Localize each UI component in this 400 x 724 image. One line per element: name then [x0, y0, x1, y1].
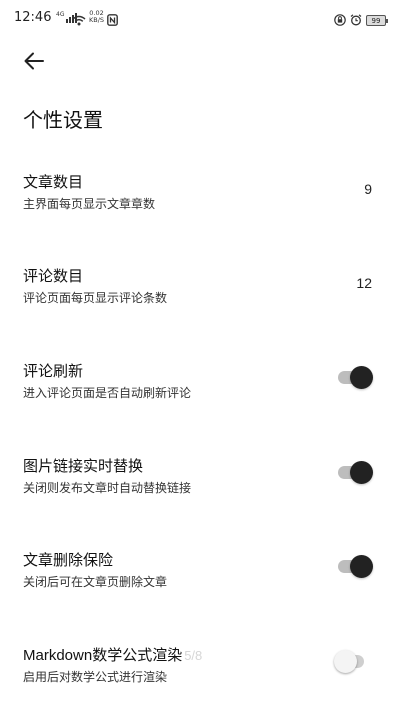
article-delete-insurance-toggle[interactable]	[334, 552, 374, 580]
toggle-thumb	[334, 650, 357, 673]
toggle-thumb	[350, 461, 373, 484]
setting-subtitle: 主界面每页显示文章章数	[23, 197, 156, 211]
setting-title: 文章删除保险	[23, 552, 114, 569]
setting-markdown-math[interactable]: Markdown数学公式渲染 5/8 启用后对数学公式进行渲染	[0, 644, 400, 724]
image-link-replace-toggle[interactable]	[334, 458, 374, 486]
status-bar: 12:46 4G 0.02 KB/S 99	[0, 0, 400, 38]
toggle-thumb	[350, 366, 373, 389]
alarm-icon	[350, 11, 362, 30]
toggle-thumb	[350, 555, 373, 578]
setting-title: 评论数目	[23, 268, 84, 285]
network-speed: 0.02 KB/S	[89, 9, 105, 24]
setting-title: 评论刷新	[23, 363, 84, 380]
setting-comment-count[interactable]: 评论数目 评论页面每页显示评论条数 12	[0, 265, 400, 345]
page-counter-overlay: 5/8	[184, 648, 203, 663]
setting-article-delete-insurance[interactable]: 文章删除保险 关闭后可在文章页删除文章	[0, 549, 400, 629]
setting-value: 12	[356, 275, 372, 291]
arrow-left-icon	[24, 52, 44, 70]
lock-icon	[334, 11, 346, 30]
setting-article-count[interactable]: 文章数目 主界面每页显示文章章数 9	[0, 171, 400, 251]
status-time: 12:46	[14, 10, 52, 25]
markdown-math-toggle[interactable]	[334, 647, 374, 675]
setting-title: 文章数目	[23, 174, 84, 191]
setting-subtitle: 评论页面每页显示评论条数	[23, 291, 168, 305]
page-title: 个性设置	[23, 110, 103, 132]
setting-title: 图片链接实时替换	[23, 458, 144, 475]
setting-subtitle: 关闭则发布文章时自动替换链接	[23, 481, 192, 495]
setting-subtitle: 关闭后可在文章页删除文章	[23, 575, 168, 589]
setting-comment-refresh[interactable]: 评论刷新 进入评论页面是否自动刷新评论	[0, 360, 400, 440]
setting-subtitle: 启用后对数学公式进行渲染	[23, 670, 168, 684]
setting-title: Markdown数学公式渲染 5/8	[23, 644, 202, 665]
comment-refresh-toggle[interactable]	[334, 363, 374, 391]
setting-value: 9	[364, 181, 372, 197]
battery-icon: 99	[366, 15, 388, 26]
back-button[interactable]	[14, 44, 54, 78]
setting-image-link-replace[interactable]: 图片链接实时替换 关闭则发布文章时自动替换链接	[0, 455, 400, 535]
nfc-icon	[107, 11, 118, 30]
status-right: 99	[334, 11, 388, 30]
setting-title-text: Markdown数学公式渲染	[23, 647, 183, 664]
setting-subtitle: 进入评论页面是否自动刷新评论	[23, 386, 192, 400]
wifi-icon	[72, 11, 86, 30]
